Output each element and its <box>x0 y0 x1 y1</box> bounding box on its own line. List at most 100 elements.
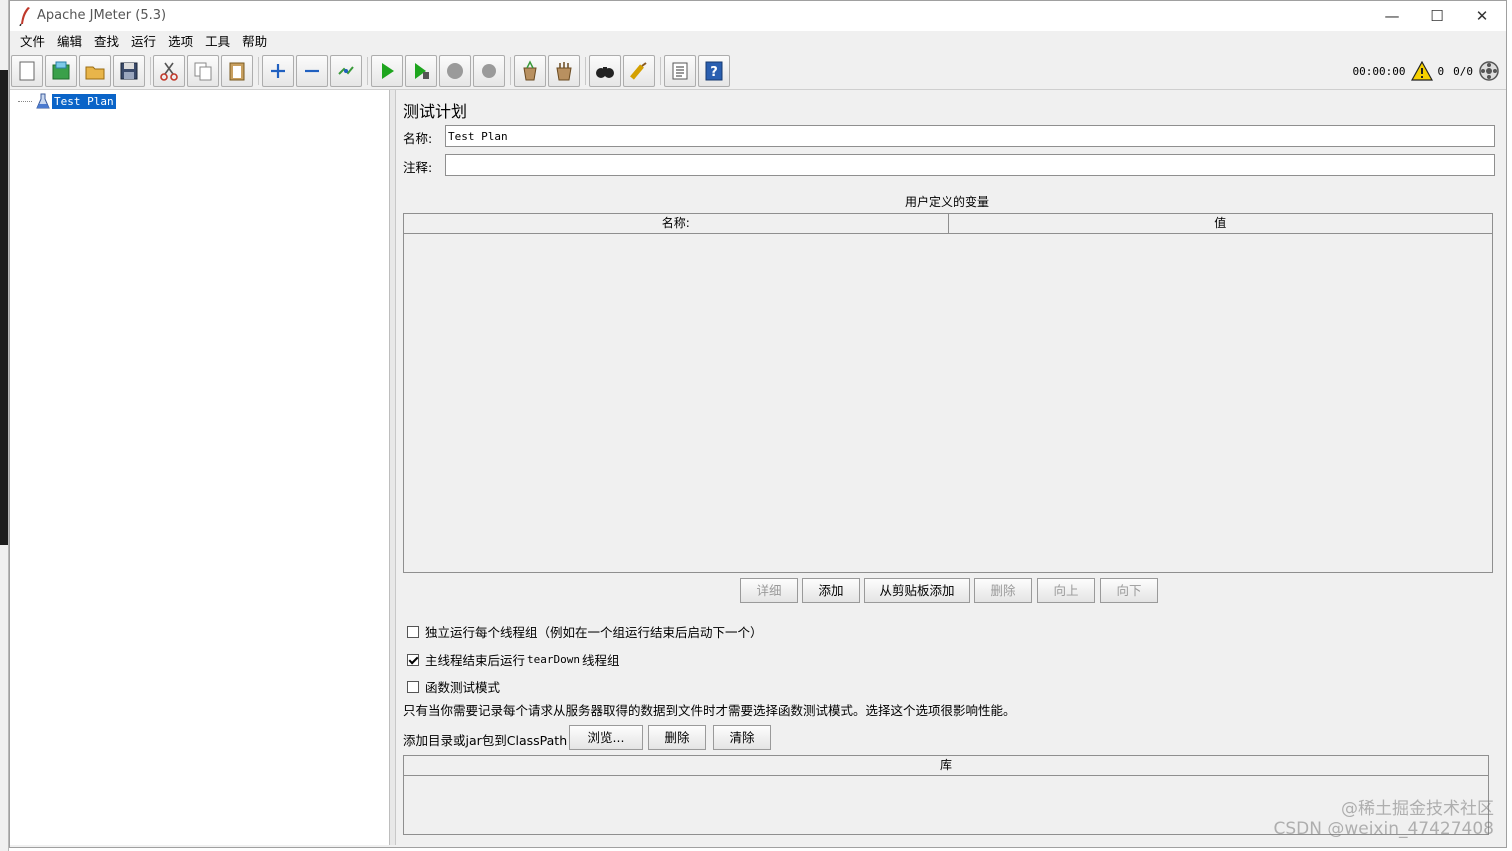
stop-icon <box>447 63 463 79</box>
stop-button[interactable] <box>439 55 471 87</box>
functional-mode-option[interactable]: 函数测试模式 <box>407 677 500 696</box>
move-up-button[interactable]: 向上 <box>1037 578 1095 603</box>
clear-button[interactable] <box>514 55 546 87</box>
shutdown-icon <box>482 64 496 78</box>
warning-icon[interactable] <box>1410 61 1433 81</box>
maximize-button[interactable]: ☐ <box>1422 5 1452 27</box>
new-button[interactable] <box>11 55 43 87</box>
teardown-checkbox[interactable] <box>407 653 419 666</box>
clear-classpath-button[interactable]: 清除 <box>713 725 771 750</box>
menu-tools[interactable]: 工具 <box>199 32 236 52</box>
serialize-threadgroups-checkbox[interactable] <box>407 625 419 638</box>
copy-button[interactable] <box>187 55 219 87</box>
shutdown-button[interactable] <box>473 55 505 87</box>
serialize-threadgroups-option[interactable]: 独立运行每个线程组（例如在一个组运行结束后启动下一个） <box>407 622 763 641</box>
tree-connector <box>18 100 32 102</box>
jmeter-feather-icon <box>19 7 30 26</box>
cut-icon <box>160 62 178 81</box>
detail-button[interactable]: 详细 <box>740 578 798 603</box>
open-button[interactable] <box>79 55 111 87</box>
delete-classpath-button[interactable]: 删除 <box>648 725 706 750</box>
teardown-option[interactable]: 主线程结束后运行 tearDown 线程组 <box>407 650 620 669</box>
add-from-clipboard-button[interactable]: 从剪贴板添加 <box>864 578 970 603</box>
search-button[interactable] <box>589 55 621 87</box>
help-button[interactable]: ? <box>698 55 730 87</box>
collapse-icon <box>305 69 319 73</box>
watermark-line-1: @稀土掘金技术社区 <box>1341 799 1494 819</box>
tree-node-test-plan[interactable]: Test Plan <box>18 93 116 109</box>
clear-icon <box>523 60 537 81</box>
column-header-value[interactable]: 值 <box>949 214 1493 233</box>
page-title: 测试计划 <box>403 102 468 121</box>
menu-options[interactable]: 选项 <box>162 32 199 52</box>
teardown-label-suffix: 线程组 <box>582 653 620 668</box>
menu-help[interactable]: 帮助 <box>236 32 273 52</box>
search-icon <box>596 67 614 78</box>
toggle-button[interactable] <box>330 55 362 87</box>
functional-mode-checkbox[interactable] <box>407 680 419 693</box>
elapsed-timer: 00:00:00 <box>1352 64 1406 78</box>
expand-all-button[interactable] <box>262 55 294 87</box>
templates-button[interactable] <box>45 55 77 87</box>
name-field[interactable] <box>445 125 1495 147</box>
tree-node-label[interactable]: Test Plan <box>52 93 116 109</box>
test-tree-panel: Test Plan <box>10 90 390 845</box>
menu-run[interactable]: 运行 <box>125 32 162 52</box>
start-icon <box>382 63 394 79</box>
expand-icon <box>271 64 285 78</box>
clear-all-button[interactable] <box>548 55 580 87</box>
test-plan-editor: 测试计划 名称: 注释: 用户定义的变量 名称: 值 详细 添加 从剪贴板添加 … <box>397 90 1506 845</box>
run-status: 00:00:00 0 0/0 <box>1353 60 1500 82</box>
classpath-label: 添加目录或jar包到ClassPath <box>403 733 568 748</box>
templates-icon <box>52 61 70 80</box>
menu-file[interactable]: 文件 <box>14 32 51 52</box>
clear-all-icon <box>556 62 572 81</box>
table-header: 名称: 值 <box>404 214 1492 234</box>
watermark: @稀土掘金技术社区 CSDN @weixin_47427408 <box>1273 799 1494 839</box>
background-window-edge <box>0 0 9 851</box>
remote-status-icon <box>1479 61 1499 81</box>
browse-button[interactable]: 浏览... <box>569 725 643 750</box>
table-header: 库 <box>404 756 1488 776</box>
svg-text:?: ? <box>710 65 718 80</box>
help-icon: ? <box>705 61 723 81</box>
functional-mode-label: 函数测试模式 <box>425 680 501 695</box>
cut-button[interactable] <box>153 55 185 87</box>
menu-search[interactable]: 查找 <box>88 32 125 52</box>
comment-label: 注释: <box>403 160 433 175</box>
start-no-pauses-button[interactable] <box>405 55 437 87</box>
jmeter-window: Apache JMeter (5.3) — ☐ ✕ 文件 编辑 查找 运行 选项… <box>9 0 1507 848</box>
add-button[interactable]: 添加 <box>802 578 860 603</box>
start-no-pause-icon <box>415 63 429 79</box>
paste-button[interactable] <box>221 55 253 87</box>
comment-field[interactable] <box>445 154 1495 176</box>
save-button[interactable] <box>113 55 145 87</box>
function-helper-button[interactable] <box>664 55 696 87</box>
name-label: 名称: <box>403 131 433 146</box>
test-plan-icon <box>36 93 50 109</box>
serialize-threadgroups-label: 独立运行每个线程组（例如在一个组运行结束后启动下一个） <box>425 625 763 640</box>
split-pane-divider[interactable] <box>390 90 396 845</box>
column-header-library[interactable]: 库 <box>404 756 1488 775</box>
user-variables-table[interactable]: 名称: 值 <box>403 213 1493 573</box>
teardown-label-keyword: tearDown <box>527 653 580 666</box>
collapse-all-button[interactable] <box>296 55 328 87</box>
user-variables-caption: 用户定义的变量 <box>904 195 989 209</box>
save-icon <box>120 62 138 80</box>
copy-icon <box>194 62 212 81</box>
reset-search-button[interactable] <box>623 55 655 87</box>
move-down-button[interactable]: 向下 <box>1100 578 1158 603</box>
menu-edit[interactable]: 编辑 <box>51 32 88 52</box>
window-title: Apache JMeter (5.3) <box>37 8 167 23</box>
close-button[interactable]: ✕ <box>1467 5 1497 27</box>
open-icon <box>85 66 105 80</box>
start-button[interactable] <box>371 55 403 87</box>
column-header-name[interactable]: 名称: <box>404 214 949 233</box>
warning-count: 0 <box>1437 64 1445 78</box>
minimize-button[interactable]: — <box>1377 5 1407 27</box>
delete-variable-button[interactable]: 删除 <box>974 578 1032 603</box>
watermark-line-2: CSDN @weixin_47427408 <box>1273 819 1494 839</box>
title-bar: Apache JMeter (5.3) — ☐ ✕ <box>10 1 1506 31</box>
active-threads: 0/0 <box>1453 64 1473 78</box>
paste-icon <box>229 62 245 81</box>
